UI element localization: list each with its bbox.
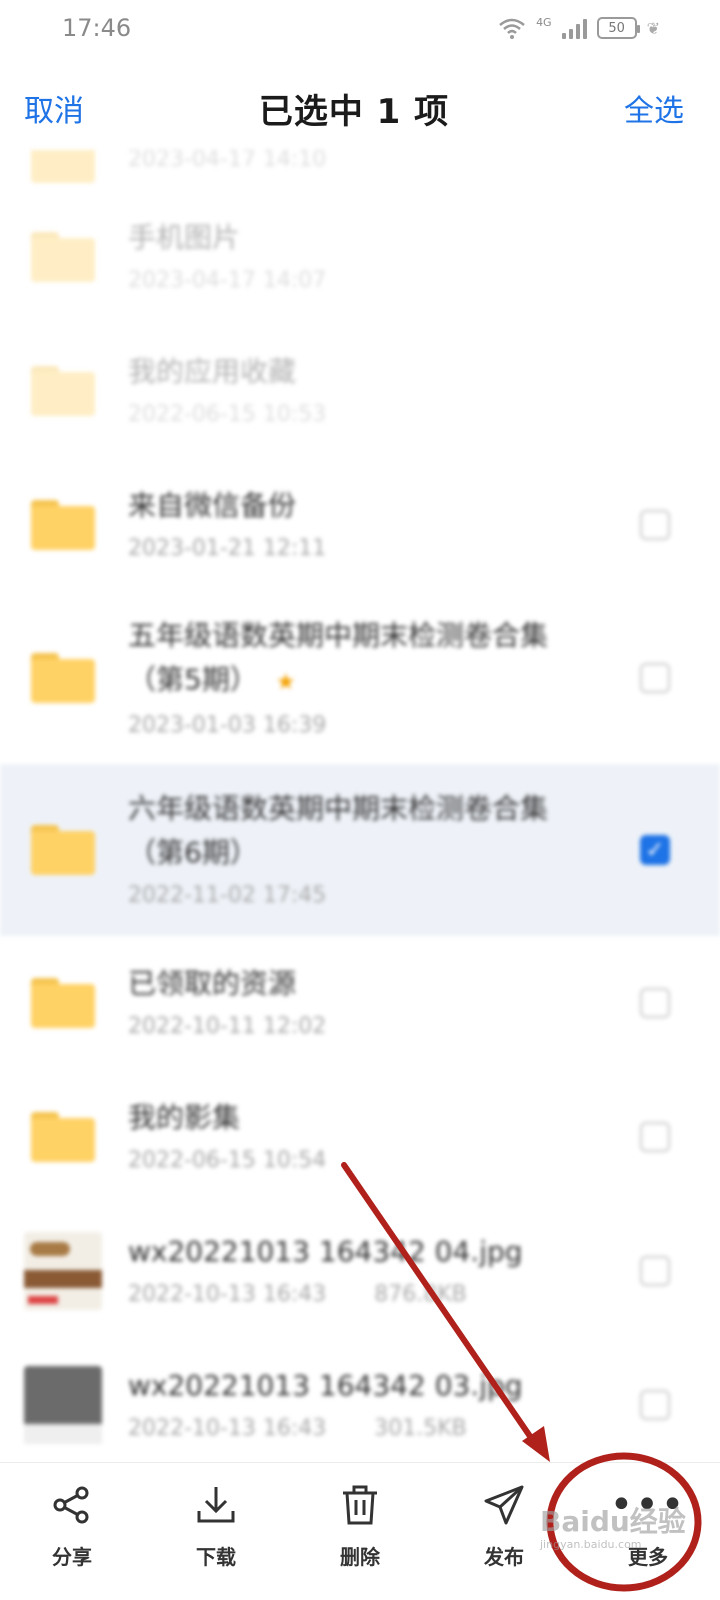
selection-header: 取消 已选中 1 项 全选 [0, 72, 720, 144]
file-name-suffix: （第6期） [128, 836, 258, 869]
row-checkbox[interactable] [640, 663, 670, 693]
file-info: 六年级语数英期中期末检测卷合集 （第6期） 2022-11-02 17:45 [128, 787, 598, 913]
delete-button[interactable]: 删除 [305, 1483, 415, 1570]
baidu-watermark-url: jingyan.baidu.com [540, 1538, 642, 1551]
list-item-selected[interactable]: 六年级语数英期中期末检测卷合集 （第6期） 2022-11-02 17:45 ✓ [0, 764, 720, 936]
file-info: 已领取的资源 2022-10-11 12:02 [128, 962, 598, 1044]
file-date: 2022-10-13 16:43 [128, 1416, 327, 1441]
file-date: 2022-11-02 17:45 [128, 883, 327, 908]
folder-icon [24, 1098, 102, 1176]
page-title: 已选中 1 项 [258, 91, 450, 132]
image-thumbnail [24, 1366, 102, 1444]
file-date: 2023-04-17 14:10 [128, 150, 327, 172]
folder-icon [24, 964, 102, 1042]
select-all-button[interactable]: 全选 [624, 86, 684, 130]
delete-label: 删除 [340, 1545, 380, 1569]
file-name-suffix: （第5期） [128, 662, 258, 696]
list-item[interactable]: wx20221013 164342 03.jpg 2022-10-13 16:4… [0, 1338, 720, 1460]
screen: 17:46 4G 50 ❦ 取消 已选中 1 项 全选 2023-04-17 1… [0, 0, 720, 1600]
row-checkbox[interactable] [640, 1256, 670, 1286]
file-info: wx20221013 164342 04.jpg 2022-10-13 16:4… [128, 1230, 598, 1312]
check-icon: ✓ [645, 837, 665, 863]
file-info: wx20221013 164342 03.jpg 2022-10-13 16:4… [128, 1364, 598, 1446]
file-date: 2023-04-17 14:07 [128, 268, 327, 293]
file-date: 2022-06-15 10:53 [128, 402, 327, 427]
battery-icon: 50 [596, 17, 640, 39]
list-item[interactable]: 我的应用收藏 2022-06-15 10:53 [0, 324, 720, 458]
folder-icon [24, 639, 102, 717]
file-info: 来自微信备份 2023-01-21 12:11 [128, 484, 598, 566]
file-size: 301.5KB [374, 1416, 467, 1441]
file-date: 2022-10-11 12:02 [128, 1014, 327, 1039]
list-item[interactable]: 五年级语数英期中期末检测卷合集 （第5期） ★ 2023-01-03 16:39 [0, 592, 720, 764]
file-name: 我的影集 [128, 1101, 241, 1134]
signal-icon [561, 17, 587, 39]
battery-level: 50 [608, 20, 625, 36]
list-item[interactable]: 2023-04-17 14:10 [0, 150, 720, 190]
share-icon [53, 1486, 89, 1524]
file-name: 六年级语数英期中期末检测卷合集 [128, 792, 549, 825]
file-name: 来自微信备份 [128, 489, 297, 522]
share-label: 分享 [52, 1545, 92, 1569]
status-icons: 4G 50 ❦ [498, 16, 660, 40]
file-list: 2023-04-17 14:10 手机图片 2023-04-17 14:07 我… [0, 150, 720, 1460]
file-info: 五年级语数英期中期末检测卷合集 （第5期） ★ 2023-01-03 16:39 [128, 614, 598, 743]
folder-icon [24, 218, 102, 296]
wifi-icon [499, 18, 525, 39]
cancel-button[interactable]: 取消 [24, 86, 84, 130]
row-checkbox[interactable] [640, 1122, 670, 1152]
file-meta: 2022-10-13 16:43 301.5KB [128, 1412, 598, 1446]
list-item[interactable]: 手机图片 2023-04-17 14:07 [0, 190, 720, 324]
file-name: wx20221013 164342 04.jpg [128, 1235, 523, 1268]
status-bar: 17:46 4G 50 ❦ [0, 0, 720, 56]
list-item[interactable]: 已领取的资源 2022-10-11 12:02 [0, 936, 720, 1070]
leaf-icon: ❦ [646, 18, 660, 38]
file-name: wx20221013 164342 03.jpg [128, 1369, 523, 1402]
file-meta: 2022-10-13 16:43 876.8KB [128, 1278, 598, 1312]
file-size: 876.8KB [374, 1282, 467, 1307]
publish-label: 发布 [484, 1545, 524, 1569]
star-icon: ★ [275, 669, 296, 695]
download-icon [197, 1487, 235, 1523]
network-type-label: 4G [536, 15, 552, 29]
file-date: 2023-01-03 16:39 [128, 712, 327, 738]
file-name: 五年级语数英期中期末检测卷合集 [128, 618, 549, 652]
file-date: 2022-10-13 16:43 [128, 1282, 327, 1307]
file-name: 手机图片 [128, 221, 241, 254]
row-checkbox-checked[interactable]: ✓ [640, 835, 670, 865]
status-time: 17:46 [62, 14, 132, 42]
list-item[interactable]: 来自微信备份 2023-01-21 12:11 [0, 458, 720, 592]
file-info: 我的应用收藏 2022-06-15 10:53 [128, 350, 598, 432]
list-item[interactable]: 我的影集 2022-06-15 10:54 [0, 1070, 720, 1204]
baidu-watermark: Baidu经验 [540, 1505, 686, 1538]
file-date: 2023-01-21 12:11 [128, 536, 327, 561]
row-checkbox[interactable] [640, 988, 670, 1018]
file-date: 2022-06-15 10:54 [128, 1148, 327, 1173]
file-info: 手机图片 2023-04-17 14:07 [128, 216, 598, 298]
row-checkbox[interactable] [640, 510, 670, 540]
file-info: 2023-04-17 14:10 [128, 150, 598, 177]
download-label: 下载 [196, 1545, 236, 1569]
trash-icon [343, 1485, 377, 1525]
folder-icon [24, 486, 102, 564]
file-info: 我的影集 2022-06-15 10:54 [128, 1096, 598, 1178]
file-name-line2: （第5期） ★ [128, 658, 598, 705]
list-item[interactable]: wx20221013 164342 04.jpg 2022-10-13 16:4… [0, 1204, 720, 1338]
file-name: 我的应用收藏 [128, 355, 297, 388]
download-button[interactable]: 下载 [161, 1483, 271, 1570]
row-checkbox[interactable] [640, 1390, 670, 1420]
folder-icon [24, 352, 102, 430]
image-thumbnail [24, 1232, 102, 1310]
send-icon [484, 1485, 524, 1525]
folder-icon [24, 811, 102, 889]
file-name: 已领取的资源 [128, 967, 297, 1000]
share-button[interactable]: 分享 [17, 1483, 127, 1570]
